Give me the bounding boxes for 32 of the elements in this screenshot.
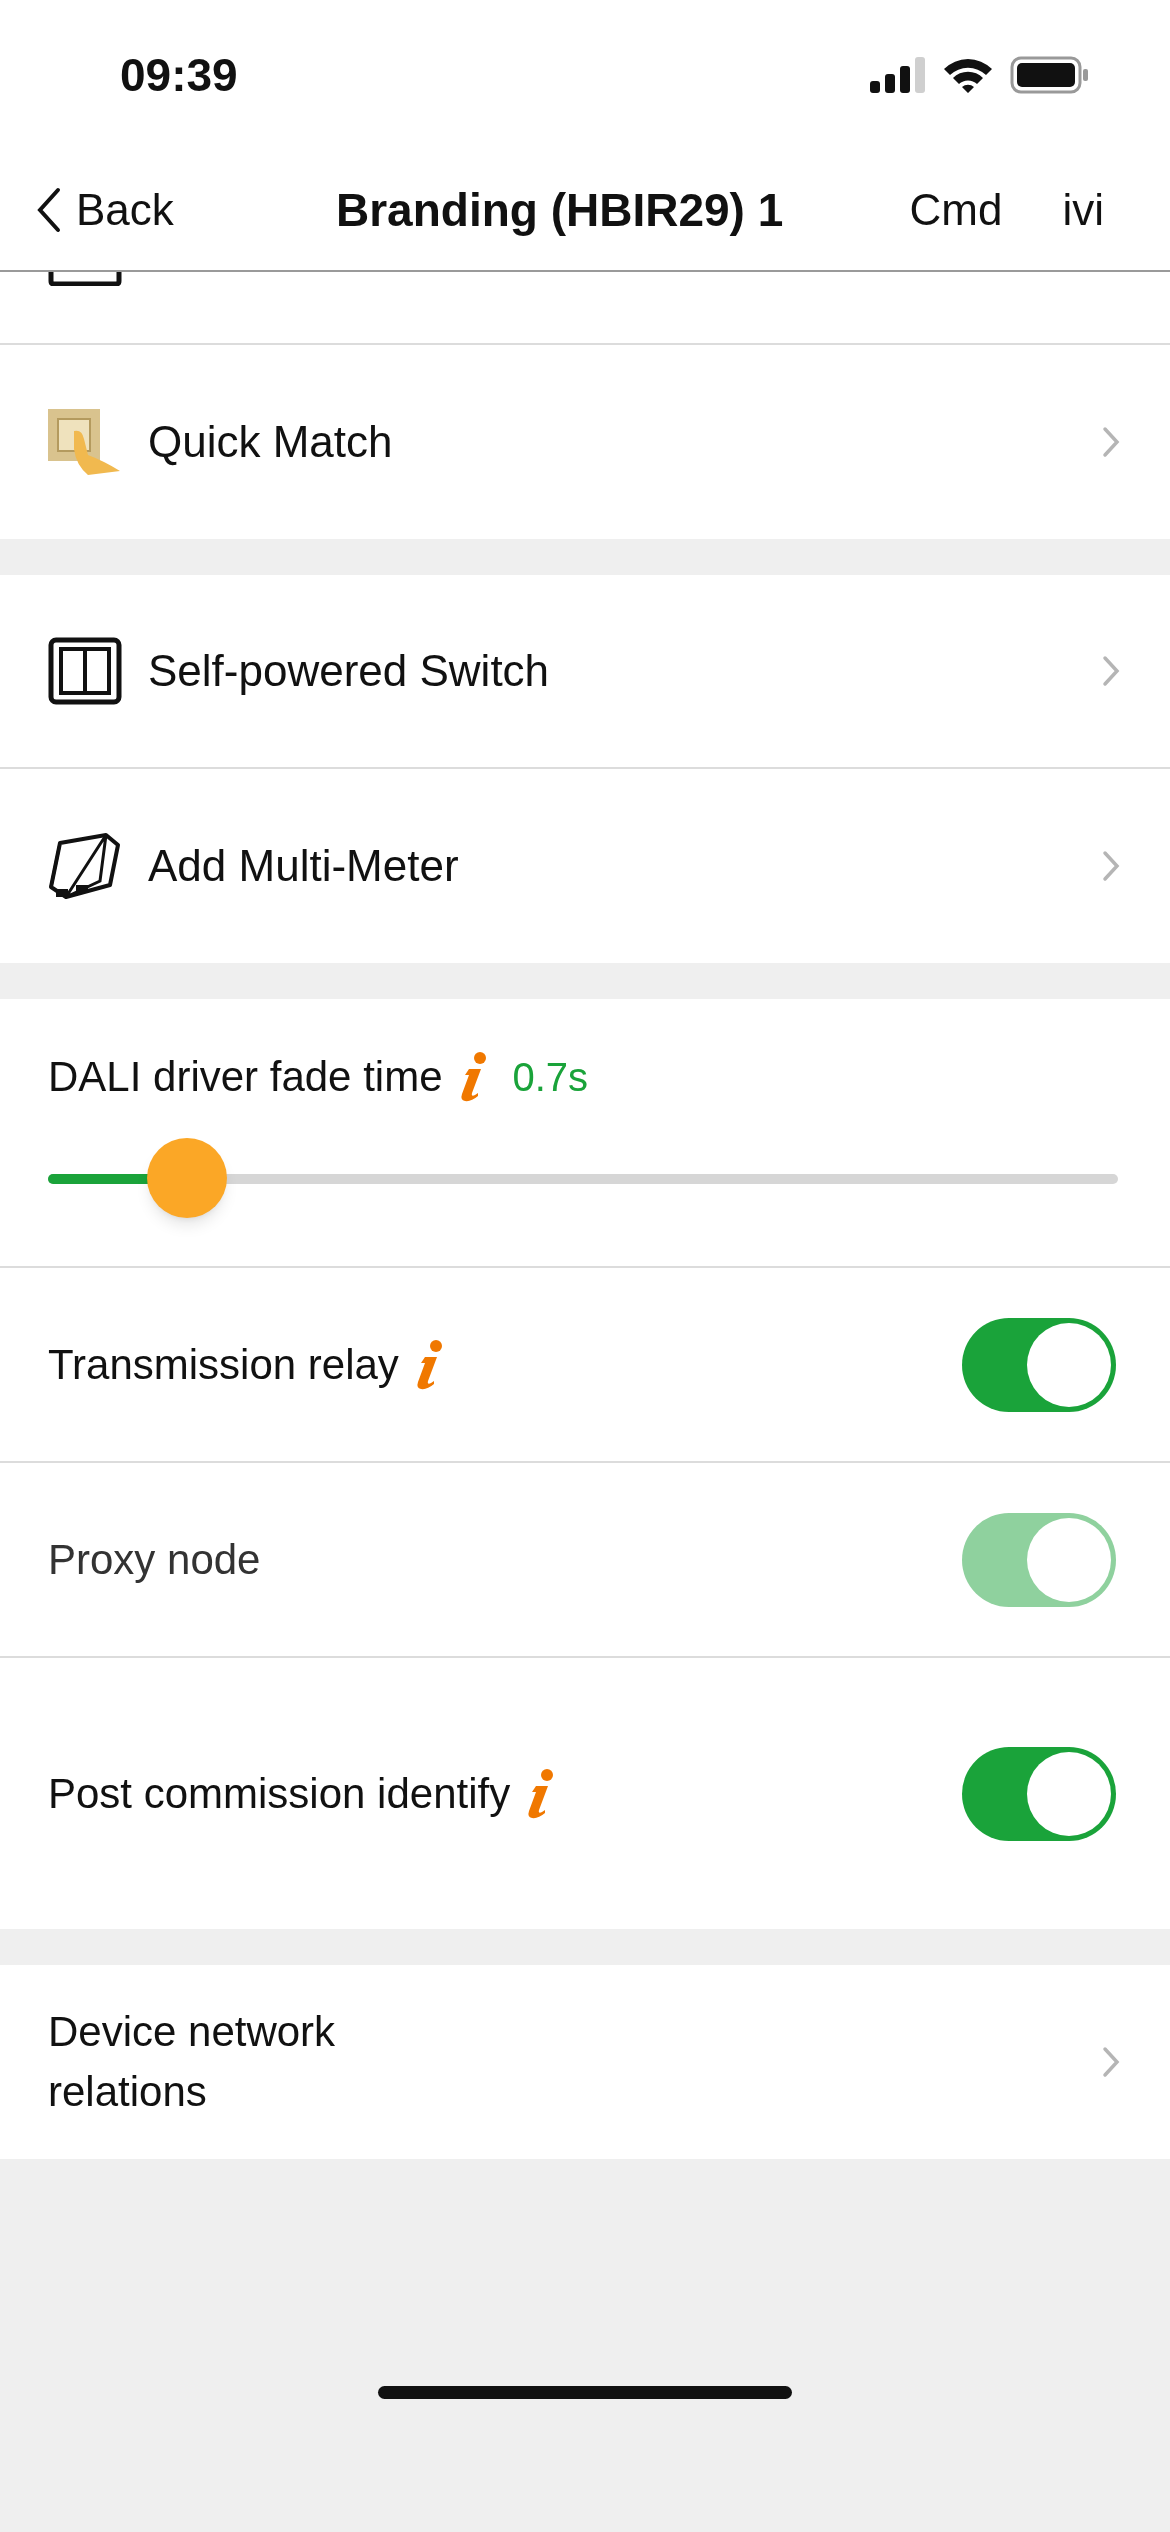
double-switch-icon [48,637,122,705]
fade-time-slider[interactable] [48,1136,1118,1220]
menu-label: Add Multi-Meter [148,840,460,892]
info-icon[interactable] [414,1338,445,1391]
setting-label: Proxy node [48,1535,261,1585]
back-chevron-icon [36,187,62,233]
nav-action-button[interactable]: Cmd [909,177,1003,243]
battery-icon [1010,56,1090,94]
setting-label: Transmission relay [48,1340,399,1390]
chevron-icon [1102,2046,1120,2078]
menu-row[interactable]: Self-powered Switch [0,575,1170,769]
menu-label: Self-powered Switch [148,645,551,697]
wifi-icon [942,56,994,94]
chevron-icon [1102,426,1120,458]
signal-icon [870,57,926,93]
nav-action-button[interactable]: ivi [1062,177,1104,243]
meter-box-icon [48,831,122,901]
status-time: 09:39 [120,47,238,103]
chevron-icon [1102,655,1120,687]
menu-row[interactable]: Device network relations [0,1965,1170,2159]
page-title: Branding (HBIR29) 1 [336,182,784,238]
chevron-icon [1102,850,1120,882]
menu-label: Quick Match [148,416,394,468]
menu-row[interactable]: Add Multi-Meter [0,769,1170,963]
info-icon[interactable] [458,1050,489,1103]
fade-time-label: DALI driver fade time [48,1052,443,1102]
menu-label: Device network relations [48,2007,337,2117]
device-icon [48,272,122,286]
back-button[interactable]: Back [36,177,336,243]
menu-row[interactable]: Quick Match [0,345,1170,539]
setting-label: Post commission identify [48,1769,511,1819]
fade-time-value: 0.7s [512,1053,589,1101]
